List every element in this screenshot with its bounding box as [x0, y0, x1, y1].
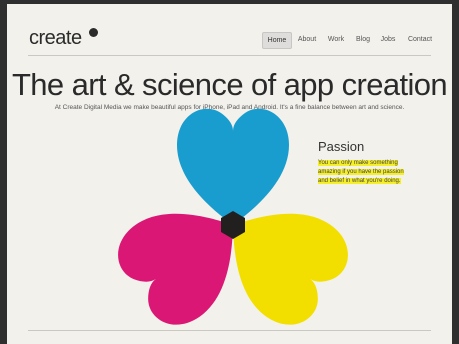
passion-highlight: You can only make something amazing if y…: [318, 160, 404, 184]
footer-divider: [28, 330, 431, 331]
page: create Home About Work Blog Jobs Contact…: [7, 4, 452, 344]
cyan-heart: [177, 108, 289, 225]
passion-text: You can only make something amazing if y…: [318, 159, 410, 186]
passion-heading: Passion: [318, 139, 365, 154]
